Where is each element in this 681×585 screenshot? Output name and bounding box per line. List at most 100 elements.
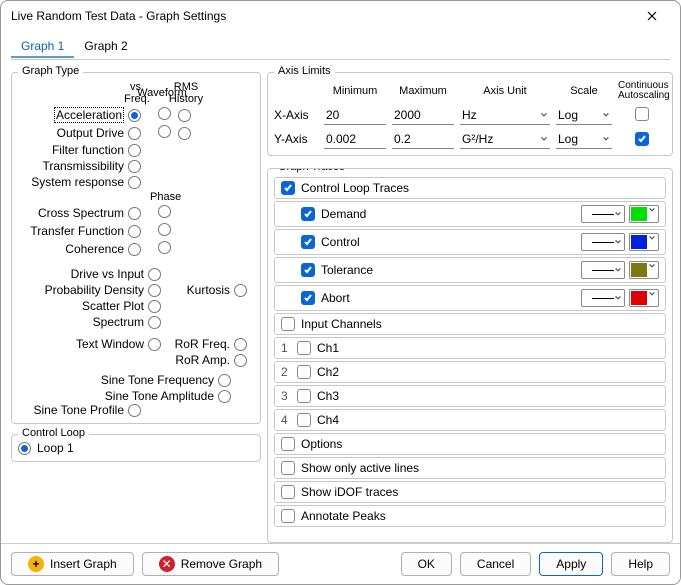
trace-row[interactable]: Abort xyxy=(274,285,666,311)
cancel-button[interactable]: Cancel xyxy=(460,552,531,576)
trace-control-loop-header[interactable]: Control Loop Traces xyxy=(274,177,666,199)
line-style-select[interactable] xyxy=(581,205,625,223)
chk-trace[interactable] xyxy=(301,291,315,305)
row-pd-label: Probability Density xyxy=(18,283,148,297)
channel-row[interactable]: 4Ch4 xyxy=(274,409,666,431)
y-scale-select[interactable]: Log xyxy=(556,129,612,149)
radio-pd[interactable] xyxy=(148,284,161,297)
chevron-down-icon xyxy=(602,111,610,119)
radio-coh-phase[interactable] xyxy=(158,241,171,254)
chevron-down-icon xyxy=(614,238,622,246)
options-label: Options xyxy=(301,437,342,451)
radio-tf-freq[interactable] xyxy=(128,225,141,238)
row-filter-label: Filter function xyxy=(18,143,128,157)
row-coh-label: Coherence xyxy=(18,242,128,256)
channel-label: Ch4 xyxy=(317,413,339,427)
trace-label: Control xyxy=(321,235,360,249)
y-unit-select[interactable]: G²/Hz xyxy=(460,129,550,149)
radio-stf[interactable] xyxy=(218,374,231,387)
x-autoscale-check[interactable] xyxy=(635,107,649,121)
x-unit-select[interactable]: Hz xyxy=(460,105,550,125)
radio-sys-freq[interactable] xyxy=(128,176,141,189)
chk-channel[interactable] xyxy=(297,341,311,355)
chk-channel[interactable] xyxy=(297,365,311,379)
radio-trans-freq[interactable] xyxy=(128,160,141,173)
line-style-select[interactable] xyxy=(581,233,625,251)
chk-trace[interactable] xyxy=(301,207,315,221)
option-row[interactable]: Show iDOF traces xyxy=(274,481,666,503)
trace-row[interactable]: Demand xyxy=(274,201,666,227)
chk-trace[interactable] xyxy=(301,235,315,249)
radio-spectrum[interactable] xyxy=(148,316,161,329)
x-scale-select[interactable]: Log xyxy=(556,105,612,125)
channel-row[interactable]: 1Ch1 xyxy=(274,337,666,359)
chk-options[interactable] xyxy=(281,437,295,451)
option-row[interactable]: Annotate Peaks xyxy=(274,505,666,527)
help-button[interactable]: Help xyxy=(611,552,670,576)
radio-sta[interactable] xyxy=(218,390,231,403)
radio-od-wave[interactable] xyxy=(158,125,171,138)
option-row[interactable]: Show only active lines xyxy=(274,457,666,479)
radio-scatter[interactable] xyxy=(148,300,161,313)
radio-filter-freq[interactable] xyxy=(128,144,141,157)
tab-graph-2[interactable]: Graph 2 xyxy=(74,35,137,59)
radio-od-rms[interactable] xyxy=(178,127,191,140)
radio-coh-freq[interactable] xyxy=(128,243,141,256)
channel-row[interactable]: 3Ch3 xyxy=(274,385,666,407)
chk-channel[interactable] xyxy=(297,413,311,427)
channel-row[interactable]: 2Ch2 xyxy=(274,361,666,383)
y-max-input[interactable] xyxy=(392,129,454,149)
h-max: Maximum xyxy=(392,85,454,97)
ok-button[interactable]: OK xyxy=(401,552,452,576)
chk-trace[interactable] xyxy=(301,263,315,277)
radio-loop-1[interactable] xyxy=(18,442,31,455)
line-color-select[interactable] xyxy=(629,289,659,307)
insert-graph-button[interactable]: + Insert Graph xyxy=(11,552,134,576)
tab-graph-1[interactable]: Graph 1 xyxy=(11,35,74,59)
radio-accel-freq[interactable] xyxy=(128,109,141,122)
line-style-select[interactable] xyxy=(581,261,625,279)
radio-kurtosis[interactable] xyxy=(234,284,247,297)
radio-cross-phase[interactable] xyxy=(158,205,171,218)
y-min-input[interactable] xyxy=(324,129,386,149)
axis-limits-legend: Axis Limits xyxy=(274,65,335,77)
chk-option[interactable] xyxy=(281,485,295,499)
chk-option[interactable] xyxy=(281,461,295,475)
radio-cross-freq[interactable] xyxy=(128,207,141,220)
radio-tf-phase[interactable] xyxy=(158,223,171,236)
radio-textwin[interactable] xyxy=(148,338,161,351)
chk-channel[interactable] xyxy=(297,389,311,403)
chevron-down-icon xyxy=(540,135,548,143)
radio-stp[interactable] xyxy=(128,404,141,417)
option-label: Show only active lines xyxy=(301,461,419,475)
radio-od-freq[interactable] xyxy=(128,127,141,140)
chk-option[interactable] xyxy=(281,509,295,523)
line-color-select[interactable] xyxy=(629,233,659,251)
chk-control-loop-traces[interactable] xyxy=(281,181,295,195)
y-autoscale-check[interactable] xyxy=(635,132,649,146)
trace-options-header[interactable]: Options xyxy=(274,433,666,455)
trace-input-channels-header[interactable]: Input Channels xyxy=(274,313,666,335)
chevron-down-icon xyxy=(648,262,656,270)
x-min-input[interactable] xyxy=(324,105,386,125)
line-color-select[interactable] xyxy=(629,205,659,223)
remove-graph-button[interactable]: ✕ Remove Graph xyxy=(142,552,279,576)
channel-index: 2 xyxy=(281,365,291,379)
radio-accel-rms[interactable] xyxy=(178,109,191,122)
chk-input-channels[interactable] xyxy=(281,317,295,331)
trace-row[interactable]: Tolerance xyxy=(274,257,666,283)
line-style-select[interactable] xyxy=(581,289,625,307)
close-button[interactable] xyxy=(634,2,670,30)
row-scatter-label: Scatter Plot xyxy=(18,299,148,313)
row-stf-label: Sine Tone Frequency xyxy=(18,373,218,387)
apply-button[interactable]: Apply xyxy=(539,552,603,576)
radio-dvi[interactable] xyxy=(148,268,161,281)
trace-row[interactable]: Control xyxy=(274,229,666,255)
x-max-input[interactable] xyxy=(392,105,454,125)
radio-ror-freq[interactable] xyxy=(234,338,247,351)
radio-accel-wave[interactable] xyxy=(158,107,171,120)
loop-1-label: Loop 1 xyxy=(37,441,74,455)
chevron-down-icon xyxy=(614,266,622,274)
line-color-select[interactable] xyxy=(629,261,659,279)
radio-ror-amp[interactable] xyxy=(234,354,247,367)
